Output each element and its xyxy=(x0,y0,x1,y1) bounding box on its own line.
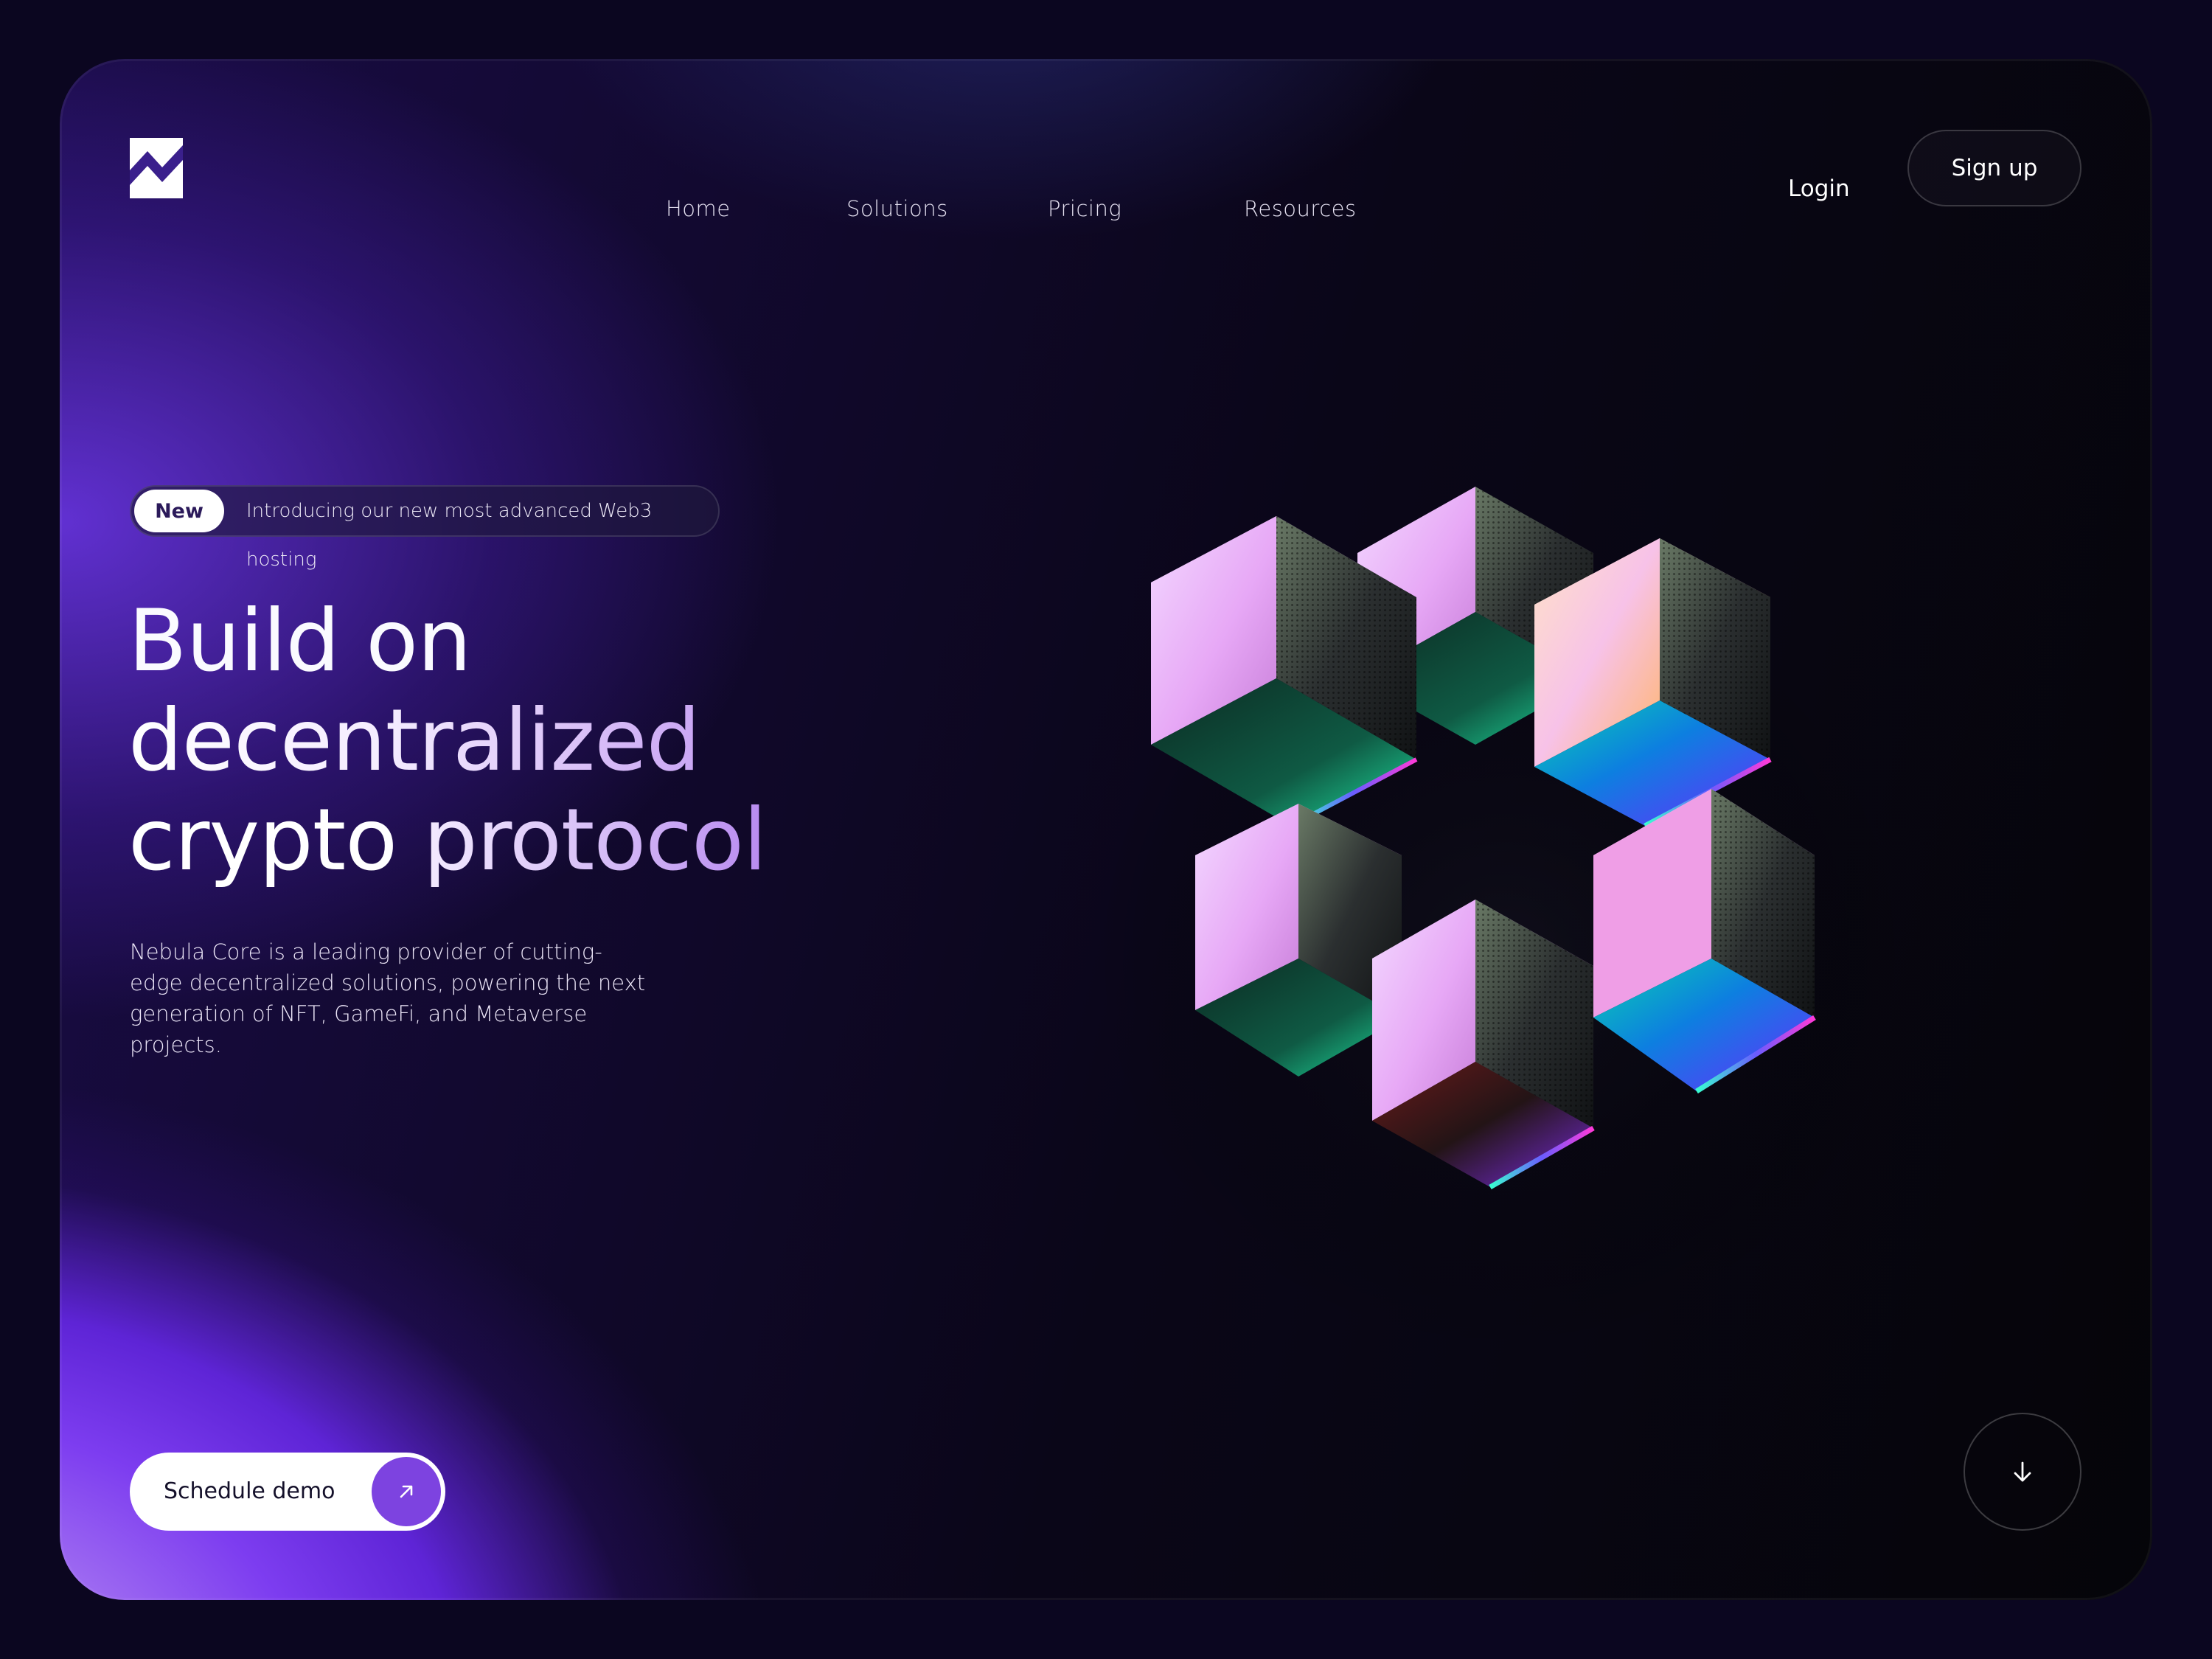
hero-description: Nebula Core is a leading provider of cut… xyxy=(130,939,646,1057)
headline-line-3a: crypto xyxy=(128,790,397,890)
login-link[interactable]: Login xyxy=(1788,168,1850,209)
iridescent-cubes-illustration xyxy=(1092,487,1918,1357)
headline-line-1: Build on xyxy=(128,591,472,691)
signup-button[interactable]: Sign up xyxy=(1907,130,2081,206)
brand-logo-icon[interactable] xyxy=(130,138,183,198)
new-badge: New xyxy=(134,490,224,532)
arrow-up-right-icon xyxy=(372,1457,441,1526)
hero-headline: Build on decentralized crypto protocol xyxy=(128,591,1013,890)
arrow-down-icon xyxy=(2014,1461,2031,1482)
announcement-text: Introducing our new most advanced Web3 h… xyxy=(246,500,653,571)
scroll-down-button[interactable] xyxy=(1964,1413,2081,1531)
nav-solutions[interactable]: Solutions xyxy=(846,196,948,221)
announcement-pill[interactable]: New Introducing our new most advanced We… xyxy=(130,485,720,571)
schedule-demo-button[interactable]: Schedule demo xyxy=(130,1453,445,1531)
nav-resources[interactable]: Resources xyxy=(1244,196,1357,221)
headline-line-3b: protocol xyxy=(423,790,767,890)
headline-line-2: decentralized xyxy=(128,691,700,790)
schedule-demo-label: Schedule demo xyxy=(164,1478,335,1504)
nav-home[interactable]: Home xyxy=(666,196,731,221)
hero-frame: Home Solutions Pricing Resources Login S… xyxy=(60,59,2152,1600)
nav-pricing[interactable]: Pricing xyxy=(1048,196,1121,221)
